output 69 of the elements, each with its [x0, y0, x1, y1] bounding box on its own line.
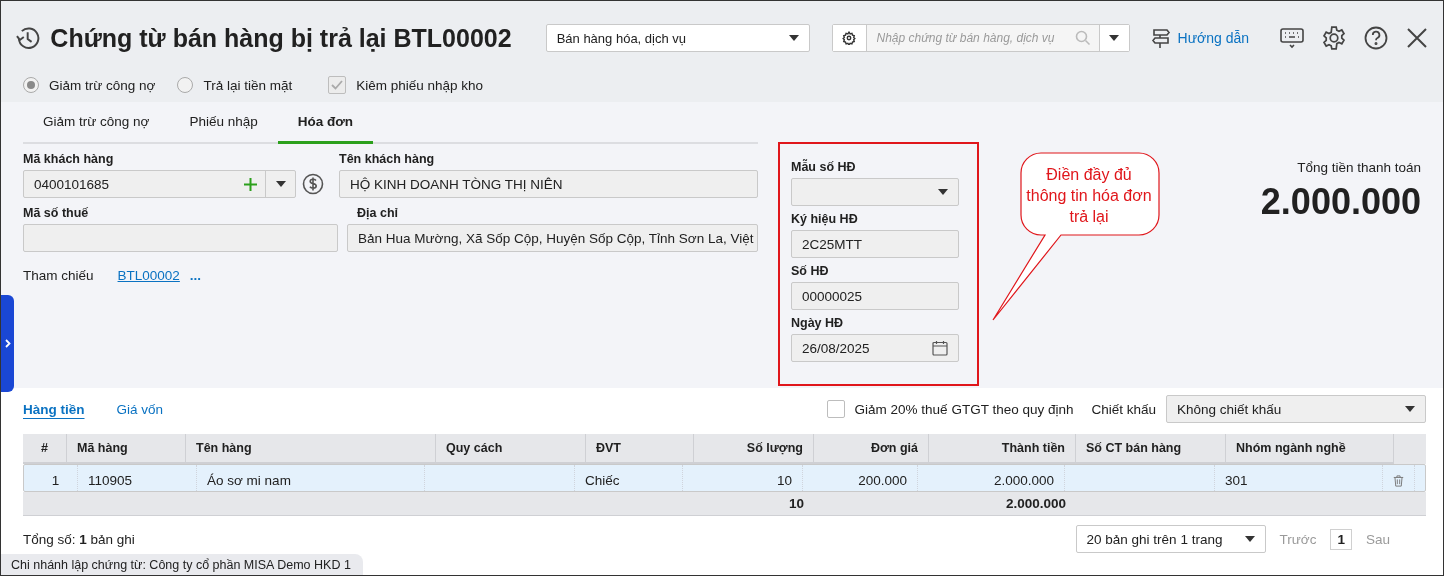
tab[interactable]: Hàng tiền — [23, 401, 85, 417]
callout-text: Điền đầy đủ thông tin hóa đơn trả lại — [1025, 165, 1153, 227]
total-label: Tổng tiền thanh toán — [1297, 160, 1421, 175]
caret-icon — [1244, 536, 1255, 542]
history-icon[interactable] — [15, 25, 41, 51]
total-cell: 2.000.000 — [1005, 496, 1066, 511]
caret-icon — [275, 181, 286, 187]
tab[interactable]: Giá vốn — [116, 401, 164, 417]
reference-label: Tham chiếu — [23, 268, 94, 283]
discount-label: Chiết khấu — [1091, 401, 1156, 417]
field-label: Tên khách hàng — [339, 151, 436, 168]
table-cell: 10 — [776, 473, 792, 488]
date-field[interactable]: 26/08/2025 — [791, 334, 959, 362]
settings-icon[interactable] — [1321, 25, 1347, 51]
field-label: Mã số thuế — [23, 205, 90, 222]
total-cell: 10 — [788, 496, 804, 511]
delete-icon[interactable] — [1393, 472, 1404, 489]
field-label: Số HĐ — [791, 263, 830, 280]
calendar-icon — [932, 340, 948, 356]
field-label: Địa chỉ — [357, 206, 398, 220]
checkbox-label: Kiêm phiếu nhập kho — [356, 77, 484, 93]
radio-label: Trả lại tiền mặt — [203, 77, 293, 93]
caret-icon — [1405, 406, 1415, 412]
close-icon[interactable] — [1405, 26, 1429, 50]
table-cell: 200.000 — [858, 473, 907, 488]
field-label: Mã khách hàng — [23, 151, 115, 168]
field-label: Ngày HĐ — [791, 315, 845, 332]
chevron-icon — [4, 339, 11, 348]
reference-link[interactable]: BTL00002 — [117, 268, 180, 283]
radio-button[interactable] — [23, 77, 39, 93]
table-cell: 2.000.000 — [993, 473, 1054, 488]
guide-link[interactable]: Hướng dẫn — [1149, 27, 1249, 49]
expand-panel-button[interactable] — [1, 295, 14, 392]
table-cell: Áo sơ mi nam — [207, 473, 291, 488]
customer-name-field[interactable]: HỘ KINH DOANH TÒNG THỊ NIÊN — [339, 170, 758, 198]
caret-icon — [788, 35, 799, 41]
keyboard-icon[interactable] — [1279, 27, 1305, 49]
total-amount: 2.000.000 — [1260, 181, 1421, 223]
checkbox-label: Giảm 20% thuế GTGT theo quy định — [854, 401, 1074, 417]
window-title: Chứng từ bán hàng bị trả lại BTL00002 — [50, 23, 512, 53]
field-label: Ký hiệu HĐ — [791, 211, 859, 228]
table-cell: 110905 — [88, 473, 133, 488]
tax-code-field[interactable] — [23, 224, 338, 252]
input-field[interactable]: 2C25MTT — [791, 230, 959, 258]
table-cell: Chiếc — [585, 473, 620, 488]
more-link[interactable]: ... — [189, 268, 202, 283]
branch-label: Chi nhánh lập chứng từ: Công ty cổ phần MISA Demo HKD 1 — [1, 554, 363, 575]
field-label: Mẫu số HĐ — [791, 158, 857, 176]
radio-label: Giảm trừ công nợ — [49, 77, 156, 93]
page-number[interactable]: 1 — [1330, 528, 1352, 550]
table-row[interactable]: 1 110905 Áo sơ mi nam Chiếc 10 200.000 2.000.000 301 — [23, 464, 1426, 492]
dollar-icon[interactable] — [302, 173, 324, 195]
table-cell: 301 — [1225, 473, 1248, 488]
table-cell: 1 — [51, 473, 60, 488]
record-count: Tổng số: 1 bản ghi — [23, 531, 135, 547]
customer-code-field[interactable]: 0400101685 — [23, 170, 296, 198]
tab[interactable]: Hóa đơn — [277, 102, 374, 144]
checkbox[interactable] — [826, 400, 845, 418]
business-type-dropdown[interactable]: Bán hàng hóa, dịch vụ — [545, 24, 810, 52]
page-size-dropdown[interactable]: 20 bản ghi trên 1 trang — [1075, 525, 1266, 553]
caret-icon — [938, 189, 948, 195]
tab[interactable]: Phiếu nhập — [169, 102, 278, 144]
radio-button[interactable] — [177, 77, 194, 93]
input-field[interactable]: 00000025 — [791, 282, 959, 310]
signpost-icon — [1149, 27, 1172, 49]
discount-dropdown[interactable]: Không chiết khấu — [1166, 395, 1426, 423]
tab[interactable]: Giảm trừ công nợ — [23, 102, 170, 144]
help-icon[interactable] — [1363, 25, 1389, 51]
address-field[interactable]: Bản Hua Mường, Xã Sốp Cộp, Huyện Sốp Cộp, Tỉnh Sơn La, Việt — [347, 224, 758, 252]
